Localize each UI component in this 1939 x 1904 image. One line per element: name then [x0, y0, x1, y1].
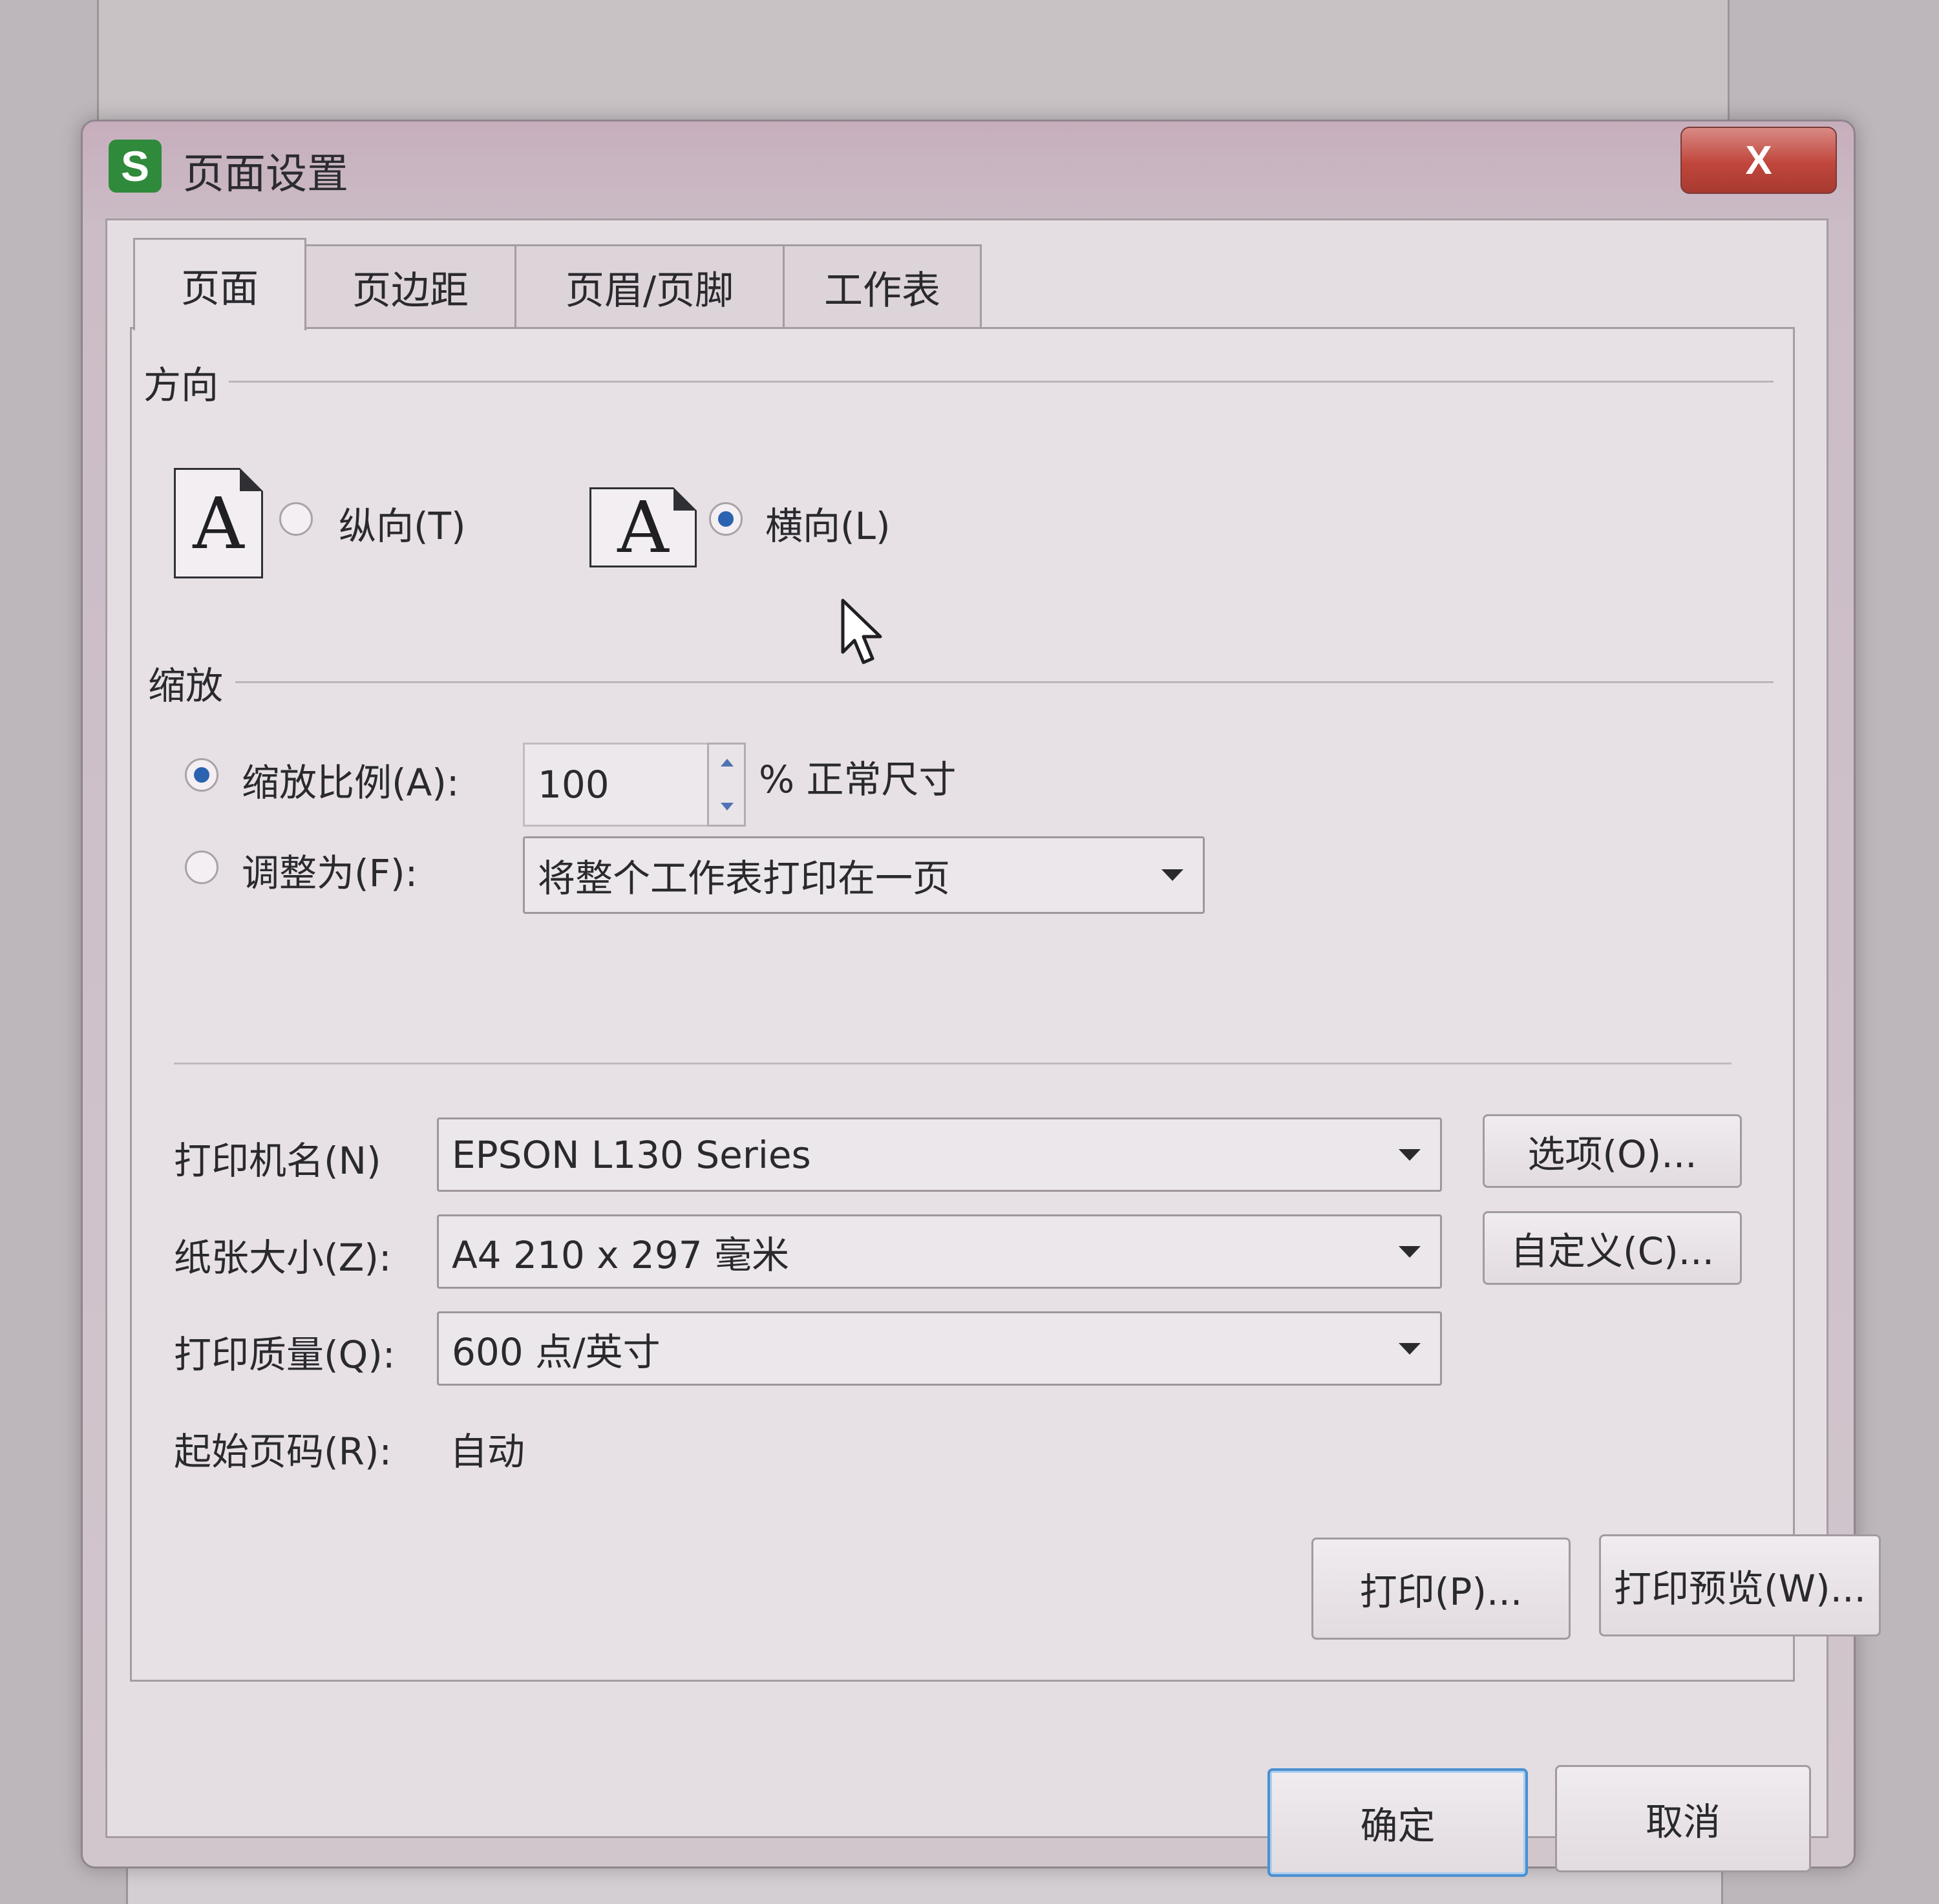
spin-down-icon[interactable]	[721, 803, 734, 810]
chevron-down-icon	[1399, 1245, 1421, 1258]
print-quality-dropdown[interactable]: 600 点/英寸	[437, 1311, 1442, 1386]
print-quality-value: 600 点/英寸	[452, 1329, 661, 1374]
portrait-label[interactable]: 纵向(T)	[339, 496, 466, 550]
fit-to-label[interactable]: 调整为(F):	[242, 843, 418, 897]
scale-ratio-label[interactable]: 缩放比例(A):	[242, 752, 459, 807]
spreadsheet-app-icon: S	[109, 140, 162, 193]
orientation-separator	[229, 381, 1774, 383]
scale-ratio-radio[interactable]	[185, 758, 218, 792]
printer-name-value: EPSON L130 Series	[452, 1132, 811, 1177]
start-page-value[interactable]: 自动	[450, 1421, 525, 1476]
start-page-label: 起始页码(R):	[174, 1430, 392, 1474]
close-button[interactable]: X	[1680, 127, 1837, 194]
spin-up-icon[interactable]	[721, 759, 734, 767]
print-quality-label: 打印质量(Q):	[174, 1333, 396, 1377]
mouse-pointer-icon	[841, 598, 882, 664]
tab-page[interactable]: 页面	[133, 238, 306, 330]
print-preview-button[interactable]: 打印预览(W)...	[1599, 1534, 1881, 1636]
portrait-page-icon: A	[174, 468, 263, 578]
page-setup-dialog: S 页面设置 X 页面 页边距 页眉/页脚 工作表 方向 A 纵向(T) A 横…	[81, 120, 1881, 1877]
scaling-section-label: 缩放	[148, 664, 224, 708]
printer-section-separator	[174, 1063, 1732, 1064]
printer-options-button[interactable]: 选项(O)...	[1483, 1114, 1742, 1188]
dialog-title: 页面设置	[183, 151, 348, 198]
scaling-separator	[235, 681, 1774, 683]
tab-margins[interactable]: 页边距	[304, 244, 516, 328]
orientation-section-label: 方向	[143, 363, 219, 407]
tab-worksheet[interactable]: 工作表	[783, 244, 982, 328]
paper-size-dropdown[interactable]: A4 210 x 297 毫米	[437, 1214, 1442, 1289]
scale-ratio-input[interactable]: 100	[523, 743, 710, 827]
dialog-body: 页面 页边距 页眉/页脚 工作表 方向 A 纵向(T) A 横向(L) 缩放 缩…	[105, 218, 1881, 1877]
tab-header-footer[interactable]: 页眉/页脚	[514, 244, 785, 328]
printer-name-dropdown[interactable]: EPSON L130 Series	[437, 1117, 1442, 1192]
print-button[interactable]: 打印(P)...	[1311, 1538, 1571, 1640]
portrait-radio[interactable]	[279, 502, 313, 536]
paper-size-label: 纸张大小(Z):	[174, 1236, 392, 1280]
landscape-radio[interactable]	[709, 502, 743, 536]
printer-name-label: 打印机名(N)	[174, 1139, 381, 1183]
scale-ratio-suffix: % 正常尺寸	[759, 757, 957, 801]
scale-ratio-spinner[interactable]	[707, 743, 746, 827]
fit-to-radio[interactable]	[185, 851, 218, 884]
chevron-down-icon	[1399, 1148, 1421, 1161]
fit-to-dropdown[interactable]: 将整个工作表打印在一页	[523, 836, 1205, 914]
tab-content-page: 方向 A 纵向(T) A 横向(L) 缩放 缩放比例(A): 100 % 正常尺…	[130, 327, 1881, 1682]
fit-to-value: 将整个工作表打印在一页	[538, 856, 951, 900]
background-window-top	[97, 0, 1730, 123]
cancel-button[interactable]: 取消	[1555, 1765, 1811, 1872]
landscape-page-icon: A	[589, 486, 697, 569]
ok-button[interactable]: 确定	[1267, 1768, 1528, 1877]
chevron-down-icon	[1399, 1342, 1421, 1355]
custom-paper-button[interactable]: 自定义(C)...	[1483, 1211, 1742, 1285]
paper-size-value: A4 210 x 297 毫米	[452, 1232, 790, 1277]
chevron-down-icon	[1161, 869, 1183, 881]
landscape-label[interactable]: 横向(L)	[765, 496, 891, 550]
